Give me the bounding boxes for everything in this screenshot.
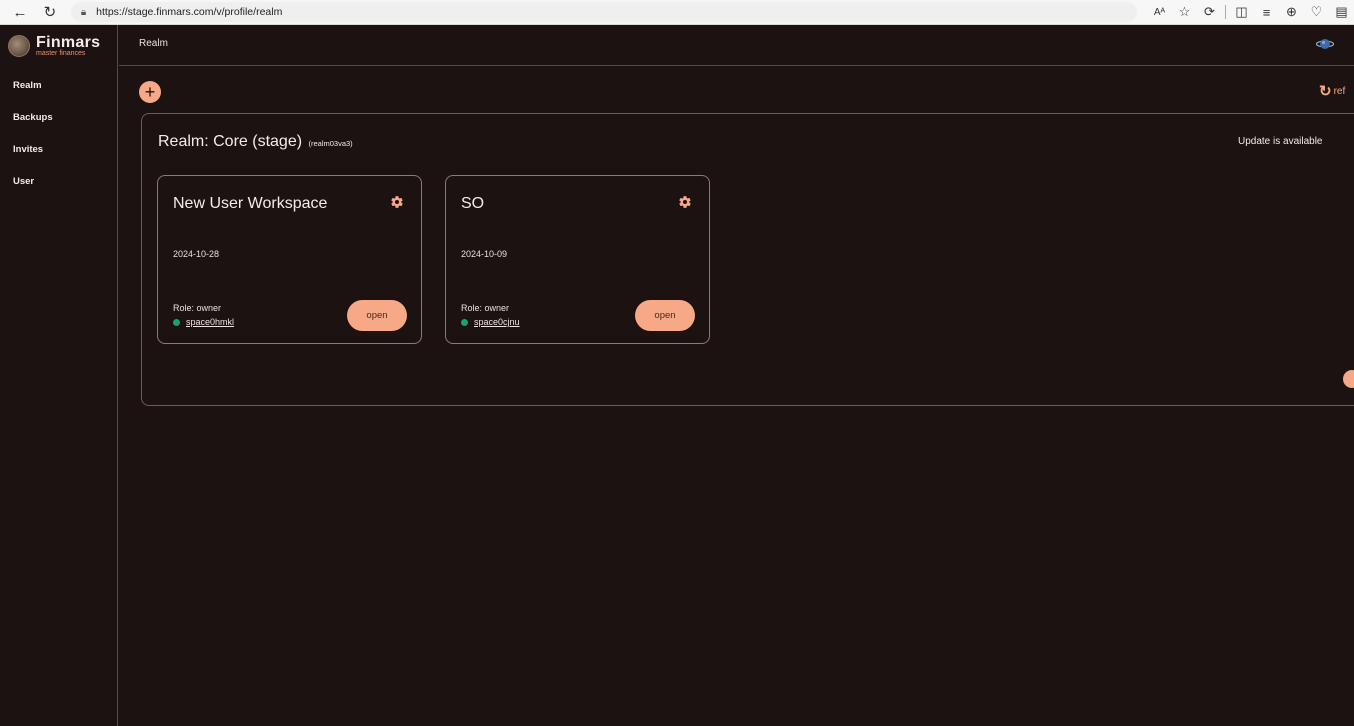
reload-icon[interactable]: ↻ <box>39 1 61 23</box>
avatar-planet-icon[interactable] <box>1316 36 1334 52</box>
space-card: New User Workspace 2024-10-28 Role: owne… <box>157 175 422 344</box>
add-realm-button[interactable]: + <box>139 81 161 103</box>
collections-icon[interactable]: ⊕ <box>1279 1 1304 23</box>
toolbar-divider <box>1225 5 1226 19</box>
refresh-label: ref <box>1333 85 1346 97</box>
sidebar: Finmars master finances Realm Backups In… <box>0 25 118 726</box>
url-host: https://stage.finmars.com <box>96 6 214 18</box>
space-date: 2024-10-09 <box>461 249 508 259</box>
status-dot <box>173 318 180 326</box>
space-code-link[interactable]: space0cjnu <box>474 317 520 327</box>
favorite-star-icon[interactable]: ☆ <box>1172 1 1197 23</box>
gear-icon[interactable] <box>678 195 692 209</box>
page-title: Realm <box>139 38 168 49</box>
space-date: 2024-10-28 <box>173 249 220 259</box>
brand-name: Finmars <box>36 33 101 51</box>
realm-title: Realm: Core (stage) (realm03va3) <box>158 133 353 151</box>
plus-icon: + <box>144 82 156 102</box>
help-orb-button[interactable] <box>1343 370 1354 388</box>
space-status: space0hmkl <box>173 317 234 327</box>
globe-logo-icon <box>8 34 30 57</box>
brand-tagline: master finances <box>36 49 86 57</box>
feedback-icon[interactable]: ▤ <box>1329 1 1354 23</box>
update-available-text[interactable]: Update is available <box>1238 136 1323 147</box>
read-aloud-icon[interactable]: Aᴬ <box>1147 1 1172 23</box>
brand-logo[interactable]: Finmars master finances <box>0 25 117 66</box>
space-name: New User Workspace <box>173 195 328 212</box>
sidebar-item-user[interactable]: User <box>0 166 117 198</box>
realm-id: (realm03va3) <box>308 139 353 148</box>
url-path: /v/profile/realm <box>213 6 283 18</box>
space-status: space0cjnu <box>461 317 520 327</box>
lock-icon[interactable]: 🔒︎ <box>81 7 86 18</box>
open-button[interactable]: open <box>347 300 407 331</box>
refresh-icon: ↻ <box>1319 83 1332 100</box>
gear-icon[interactable] <box>390 195 404 209</box>
refresh-button[interactable]: ↻ ref <box>1319 82 1345 100</box>
sidebar-item-backups[interactable]: Backups <box>0 102 117 134</box>
space-card: SO 2024-10-09 Role: owner space0cjnu ope… <box>445 175 710 344</box>
space-name: SO <box>461 195 485 212</box>
realm-panel: Realm: Core (stage) (realm03va3) Update … <box>141 113 1354 406</box>
realm-name: Realm: Core (stage) <box>158 133 303 150</box>
space-role: Role: owner <box>173 303 222 313</box>
back-arrow-icon[interactable]: ← <box>9 1 31 23</box>
sidebar-item-invites[interactable]: Invites <box>0 134 117 166</box>
split-screen-icon[interactable]: ◫ <box>1229 1 1254 23</box>
space-code-link[interactable]: space0hmkl <box>186 317 234 327</box>
open-button[interactable]: open <box>635 300 695 331</box>
favorites-list-icon[interactable]: ≡ <box>1254 1 1279 23</box>
extensions-icon[interactable]: ⟳ <box>1197 1 1222 23</box>
space-role: Role: owner <box>461 303 510 313</box>
sidebar-item-realm[interactable]: Realm <box>0 70 117 102</box>
browser-essentials-icon[interactable]: ♡ <box>1304 1 1329 23</box>
address-bar[interactable]: 🔒︎ https://stage.finmars.com/v/profile/r… <box>70 2 1137 22</box>
top-header: Realm <box>119 25 1354 66</box>
browser-toolbar: ← ↻ 🔒︎ https://stage.finmars.com/v/profi… <box>0 0 1354 25</box>
status-dot <box>461 318 468 326</box>
